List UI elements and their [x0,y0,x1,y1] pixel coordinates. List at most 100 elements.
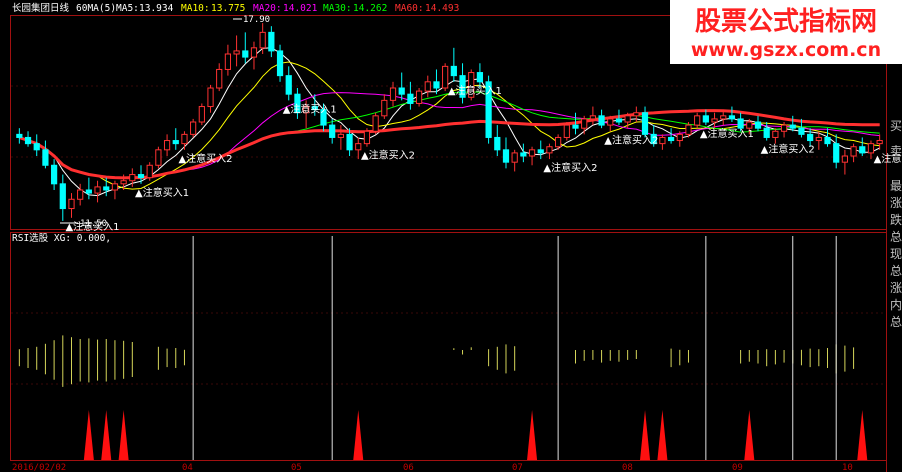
candle-body [94,186,101,194]
buy-signal-label: ▲注意买入2 [178,152,232,165]
ma5-value: 13.934 [139,3,174,14]
candle-body [16,133,23,138]
stock-title: 长园集团日线 [12,2,70,14]
candle-body [50,164,58,185]
candle-body [720,115,727,120]
candle-body [528,149,536,157]
candle-body [607,118,614,126]
kline-chart: ▲注意买入1 ▲注意买入1 ▲注意买入2 ▲注意买入1 ▲注意买入2 ▲注意买入1 ▲注意买… [0,0,902,472]
x-tick-label: 2016/02/02 [12,463,66,472]
buy-signal-label: ▲注意买入2 [361,149,415,162]
candle-body [746,121,753,129]
side-label: 总 [890,230,902,244]
candle-body [641,112,649,135]
candle-body [537,149,544,154]
candle-body [381,99,388,117]
candle-body [572,124,579,129]
rsi-header: RSI选股 XG: 0.000, [12,232,111,244]
candle-body [502,149,510,163]
side-label: 卖 [890,144,902,158]
candle-body [555,136,562,148]
candle-body [24,136,32,145]
candle-body [624,115,631,123]
candle-body [389,87,397,101]
candle [363,128,371,147]
candle-body [737,118,744,129]
candle [155,146,162,169]
ma30-label: MA30: [323,3,352,14]
buy-signal-label: ▲注意买入1 [448,84,502,97]
candle-body [815,136,822,142]
candle-body [59,183,66,210]
candle-body [329,124,336,138]
candle-body [242,50,249,58]
x-tick-label: 05 [291,463,302,472]
candle-body [685,124,692,135]
ma30-value: 14.262 [353,3,387,14]
side-label: 跌 [890,212,902,227]
candle-body [129,174,136,182]
candle-body [763,127,770,138]
candle-body [198,106,205,123]
candle-body [77,189,84,200]
candle-body [407,93,414,104]
candle-body [442,65,449,89]
candle-body [137,174,145,179]
candle-body [424,81,431,92]
candle-body [285,75,292,95]
candle-body [146,164,153,179]
candle-body [659,136,666,145]
candle-body [676,133,683,142]
candle-body [103,186,110,191]
buy-signal-label: ▲注意买入1 [135,186,189,199]
candle-body [190,121,197,135]
ma60-label: MA60: [395,3,424,14]
candle-body [415,90,423,104]
candle-body [476,72,484,83]
side-label: 涨 [890,195,902,210]
x-tick-label: 04 [182,463,193,472]
candle-body [563,124,570,138]
x-tick-label: 07 [512,463,523,472]
candle-body [798,127,805,135]
side-label: 买 [890,119,902,133]
candle-body [111,183,119,191]
candle-body [233,50,240,55]
candle-body [520,152,527,157]
candle-body [859,146,866,154]
candle-body [667,136,675,142]
buy-signal-label: ▲注意买入2 [543,161,597,174]
side-panel: 买 卖 最 涨 跌 总 现 总 涨 内 总 [890,119,902,329]
candle-body [207,87,214,108]
candle [372,112,379,135]
buy-signal-label: ▲注意买入2 [604,133,658,146]
candle-body [615,118,623,123]
candle-body [163,140,171,151]
candle-body [581,118,588,129]
candle-body [398,87,405,95]
candle-body [789,124,796,129]
candle-body [450,65,457,77]
candle-body [833,143,840,163]
candle-body [494,136,501,151]
candle-body [824,136,831,145]
candle-body [728,115,736,120]
candle-body [694,115,701,126]
candle-body [224,53,232,70]
side-label: 总 [890,264,902,278]
side-label: 现 [890,247,902,261]
candle [415,88,423,107]
candle-body [780,124,788,132]
ma-group-label: 60MA(5) [76,3,116,14]
candle-body [633,112,640,117]
watermark-url: www.gszx.com.cn [691,39,881,61]
candle-body [337,133,344,138]
candle-body [372,115,379,132]
candle-body [68,198,75,210]
candle [190,118,197,138]
candle-body [85,189,92,194]
candle-body [546,146,553,154]
candle-body [216,68,223,89]
ma20-value: 14.021 [283,3,318,14]
ma5-label: MA5: [116,3,139,14]
